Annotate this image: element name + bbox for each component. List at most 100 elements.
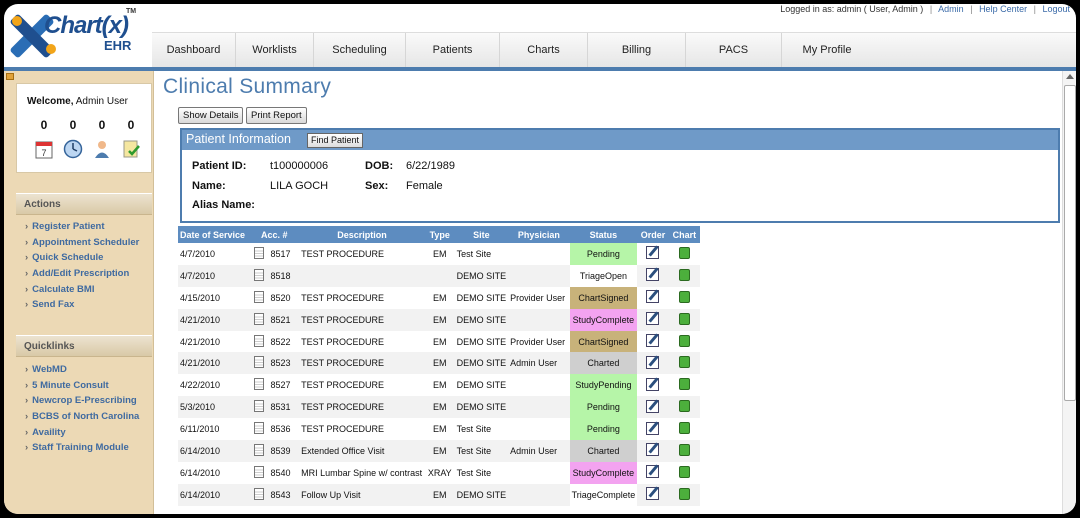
- patients-count: 0: [98, 118, 106, 132]
- edit-order-icon[interactable]: [646, 377, 660, 391]
- col-description[interactable]: Description: [299, 226, 425, 243]
- calendar-icon[interactable]: 7: [34, 139, 54, 159]
- table-row[interactable]: 4/21/2010 8522 TEST PROCEDURE EM DEMO SITE Pr…: [178, 330, 700, 353]
- find-patient-button[interactable]: Find Patient: [307, 133, 364, 148]
- scrollbar-thumb[interactable]: [1064, 85, 1076, 401]
- tab-my-profile[interactable]: My Profile: [782, 33, 872, 68]
- table-row[interactable]: 6/11/2010 8536 TEST PROCEDURE EM Test Site Pe…: [178, 418, 700, 441]
- col-order[interactable]: Order: [637, 226, 669, 243]
- table-row[interactable]: 4/21/2010 8521 TEST PROCEDURE EM DEMO SITE St…: [178, 308, 700, 331]
- print-report-button[interactable]: Print Report: [246, 107, 307, 124]
- webmd-link[interactable]: WebMD: [16, 362, 152, 378]
- tab-scheduling[interactable]: Scheduling: [314, 33, 406, 68]
- cell-date: 4/7/2010: [180, 248, 216, 259]
- col-type[interactable]: Type: [424, 226, 455, 243]
- edit-order-icon[interactable]: [646, 399, 660, 413]
- chart-icon[interactable]: [678, 290, 690, 303]
- col-date-of-service[interactable]: Date of Service: [178, 226, 250, 243]
- help-center-link[interactable]: Help Center: [979, 4, 1027, 14]
- document-icon[interactable]: [253, 334, 264, 347]
- user-icon[interactable]: [92, 139, 112, 159]
- availity-link[interactable]: Availity: [16, 425, 152, 441]
- col-chart[interactable]: Chart: [668, 226, 700, 243]
- edit-order-icon[interactable]: [646, 487, 660, 501]
- bcbs-nc-link[interactable]: BCBS of North Carolina: [16, 409, 152, 425]
- register-patient-link[interactable]: Register Patient: [16, 219, 152, 235]
- chart-icon[interactable]: [678, 378, 690, 391]
- edit-order-icon[interactable]: [646, 268, 660, 282]
- status-badge: StudyComplete: [569, 461, 638, 484]
- edit-order-icon[interactable]: [646, 443, 660, 457]
- chart-icon[interactable]: [678, 356, 690, 369]
- document-icon[interactable]: [253, 246, 264, 259]
- tab-dashboard[interactable]: Dashboard: [152, 33, 236, 68]
- document-icon[interactable]: [253, 356, 264, 369]
- table-row[interactable]: 4/7/2010 8518 DEMO SITE TriageOpen: [178, 264, 700, 287]
- table-row[interactable]: 5/3/2010 8531 TEST PROCEDURE EM DEMO SITE Pen…: [178, 396, 700, 419]
- tab-worklists[interactable]: Worklists: [236, 33, 314, 68]
- chart-icon[interactable]: [678, 422, 690, 435]
- status-badge: TriageOpen: [569, 264, 638, 287]
- col-acc-number[interactable]: Acc. #: [249, 226, 300, 243]
- document-icon[interactable]: [253, 268, 264, 281]
- chart-icon[interactable]: [678, 465, 690, 478]
- add-edit-prescription-link[interactable]: Add/Edit Prescription: [16, 266, 152, 282]
- table-row[interactable]: 4/7/2010 8517 TEST PROCEDURE EM Test Site Pen…: [178, 243, 700, 265]
- edit-order-icon[interactable]: [646, 334, 660, 347]
- chart-icon[interactable]: [678, 487, 690, 500]
- quicklinks-section: Quicklinks WebMD 5 Minute Consult Newcro…: [16, 335, 152, 456]
- document-icon[interactable]: [253, 378, 264, 391]
- chart-icon[interactable]: [678, 246, 690, 259]
- tab-charts[interactable]: Charts: [500, 33, 588, 68]
- table-row[interactable]: 4/22/2010 8527 TEST PROCEDURE EM DEMO SITE St…: [178, 374, 700, 397]
- chart-icon[interactable]: [678, 334, 690, 347]
- edit-order-icon[interactable]: [646, 246, 660, 260]
- edit-order-icon[interactable]: [646, 290, 660, 304]
- send-fax-link[interactable]: Send Fax: [16, 297, 152, 313]
- document-icon[interactable]: [253, 400, 264, 413]
- chart-icon[interactable]: [678, 312, 690, 325]
- page-scrollbar[interactable]: [1062, 71, 1076, 514]
- document-icon[interactable]: [253, 443, 264, 456]
- cell-acc: 8540: [270, 467, 291, 478]
- document-icon[interactable]: [253, 465, 264, 478]
- col-physician[interactable]: Physician: [508, 226, 570, 243]
- table-row[interactable]: 6/14/2010 8539 Extended Office Visit EM Test…: [178, 440, 700, 462]
- collapse-sidebar-icon[interactable]: [6, 73, 14, 80]
- edit-order-icon[interactable]: [646, 355, 660, 369]
- edit-order-icon[interactable]: [646, 312, 660, 326]
- col-status[interactable]: Status: [569, 226, 638, 243]
- col-site[interactable]: Site: [454, 226, 509, 243]
- table-row[interactable]: 6/14/2010 8543 Follow Up Visit EM DEMO SITE T…: [178, 483, 700, 506]
- table-header-row: Date of Service Acc. # Description Type …: [178, 226, 700, 243]
- document-icon[interactable]: [253, 487, 264, 500]
- document-icon[interactable]: [253, 312, 264, 325]
- edit-order-icon[interactable]: [646, 465, 660, 479]
- calculate-bmi-link[interactable]: Calculate BMI: [16, 282, 152, 298]
- table-row[interactable]: 4/15/2010 8520 TEST PROCEDURE EM DEMO SITE Pr…: [178, 286, 700, 309]
- logo-dot: [12, 16, 22, 26]
- edit-order-icon[interactable]: [646, 421, 660, 435]
- show-details-button[interactable]: Show Details: [178, 107, 244, 124]
- tab-billing[interactable]: Billing: [588, 33, 686, 68]
- tab-patients[interactable]: Patients: [406, 33, 500, 68]
- staff-training-module-link[interactable]: Staff Training Module: [16, 440, 152, 456]
- table-row[interactable]: 4/21/2010 8523 TEST PROCEDURE EM DEMO SITE Ad…: [178, 352, 700, 375]
- appointment-scheduler-link[interactable]: Appointment Scheduler: [16, 235, 152, 251]
- logout-link[interactable]: Logout: [1042, 4, 1070, 14]
- chart-icon[interactable]: [678, 443, 690, 456]
- chart-icon[interactable]: [678, 268, 690, 281]
- chart-icon[interactable]: [678, 400, 690, 413]
- clock-icon[interactable]: [63, 139, 83, 159]
- tab-pacs[interactable]: PACS: [686, 33, 782, 68]
- document-icon[interactable]: [253, 290, 264, 303]
- quick-schedule-link[interactable]: Quick Schedule: [16, 250, 152, 266]
- table-row[interactable]: 6/14/2010 8540 MRI Lumbar Spine w/ contras…: [178, 461, 700, 484]
- tasks-check-icon[interactable]: [121, 139, 141, 159]
- newcrop-e-prescribing-link[interactable]: Newcrop E-Prescribing: [16, 393, 152, 409]
- scroll-up-arrow-icon[interactable]: [1066, 74, 1074, 79]
- admin-link[interactable]: Admin: [938, 4, 964, 14]
- chartx-logo[interactable]: Chart(x) EHR TM: [6, 4, 152, 68]
- five-minute-consult-link[interactable]: 5 Minute Consult: [16, 378, 152, 394]
- document-icon[interactable]: [253, 422, 264, 435]
